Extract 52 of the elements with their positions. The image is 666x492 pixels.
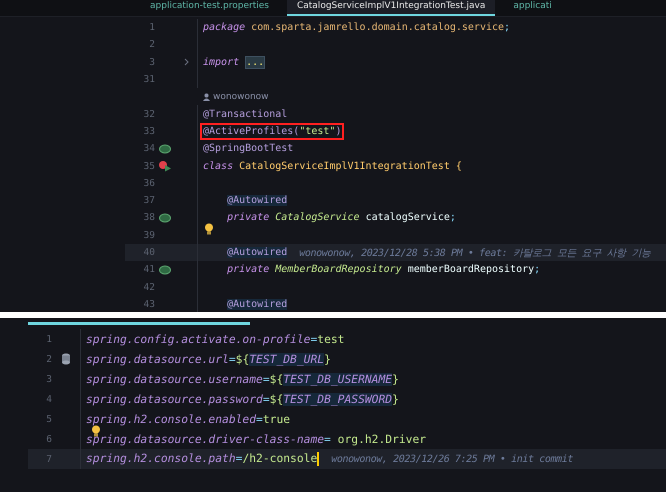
line-number: 2 xyxy=(45,354,52,364)
person-icon xyxy=(203,92,210,101)
line-number: 36 xyxy=(142,178,155,189)
line-number: 2 xyxy=(148,39,155,50)
code-line: @Transactional xyxy=(203,108,288,120)
code-line: spring.config.activate.on-profile=test xyxy=(86,332,344,346)
code-line: package com.sparta.jamrello.domain.catalog.service; xyxy=(203,22,510,34)
line-number: 39 xyxy=(142,230,155,241)
line-number: 34 xyxy=(142,143,155,154)
code-line: spring.datasource.password=${TEST_DB_PASSWORD} xyxy=(86,392,399,406)
run-icon[interactable] xyxy=(158,160,172,172)
code-line: @ActiveProfiles("test") xyxy=(203,126,342,137)
line-number: 4 xyxy=(45,394,52,404)
line-number: 42 xyxy=(142,282,155,293)
line-number: 32 xyxy=(142,108,155,120)
line-number: 41 xyxy=(142,264,155,276)
code-line: spring.datasource.driver-class-name= org.h2.Driver xyxy=(86,432,426,446)
line-number: 37 xyxy=(142,195,155,206)
line-number: 43 xyxy=(142,298,155,310)
line-number: 3 xyxy=(148,56,155,68)
code-line: @SpringBootTest xyxy=(203,143,294,154)
editor-tab[interactable]: CatalogServiceImplV1IntegrationTest.java xyxy=(286,0,496,16)
code-line: import ... xyxy=(203,56,266,68)
leaf-icon[interactable] xyxy=(159,144,171,154)
code-line: private CatalogService catalogService; xyxy=(226,212,456,224)
line-number: 1 xyxy=(148,22,155,34)
database-icon[interactable] xyxy=(61,353,71,365)
code-line: class CatalogServiceImplV1IntegrationTest { xyxy=(203,160,462,172)
lightbulb-icon[interactable] xyxy=(204,222,214,236)
code-line: spring.datasource.username=${TEST_DB_USERNAME} xyxy=(86,372,399,386)
code-line: spring.h2.console.path=/h2-console xyxy=(86,452,320,466)
blame-annotation: wonowonow, 2023/12/26 7:25 PM • init commit xyxy=(331,454,573,464)
editor-tab[interactable]: applicati xyxy=(503,0,562,16)
line-number: 3 xyxy=(45,374,52,384)
line-number: 33 xyxy=(142,126,155,137)
code-line: private MemberBoardRepository memberBoardRepository; xyxy=(226,264,540,276)
leaf-icon[interactable] xyxy=(159,212,171,223)
editor-tab[interactable]: application-test.properties xyxy=(140,0,279,16)
line-number: 1 xyxy=(45,334,52,344)
code-line: spring.h2.console.enabled=true xyxy=(86,412,290,426)
line-number: 35 xyxy=(142,160,155,172)
line-number: 31 xyxy=(142,74,155,86)
line-number: 40 xyxy=(142,247,155,258)
code-line: spring.datasource.url=${TEST_DB_URL} xyxy=(86,352,331,366)
author-hint[interactable]: wonowonow xyxy=(213,92,269,102)
line-number: 5 xyxy=(45,414,52,424)
line-number: 38 xyxy=(142,212,155,224)
line-number: 7 xyxy=(45,454,52,464)
blame-annotation: wonowonow, 2023/12/28 5:38 PM • feat: 카탈로그 모든 요구 사항 기능 xyxy=(299,246,651,260)
leaf-icon[interactable] xyxy=(159,264,171,275)
chevron-right-icon[interactable] xyxy=(184,58,188,66)
line-number: 6 xyxy=(45,434,52,444)
